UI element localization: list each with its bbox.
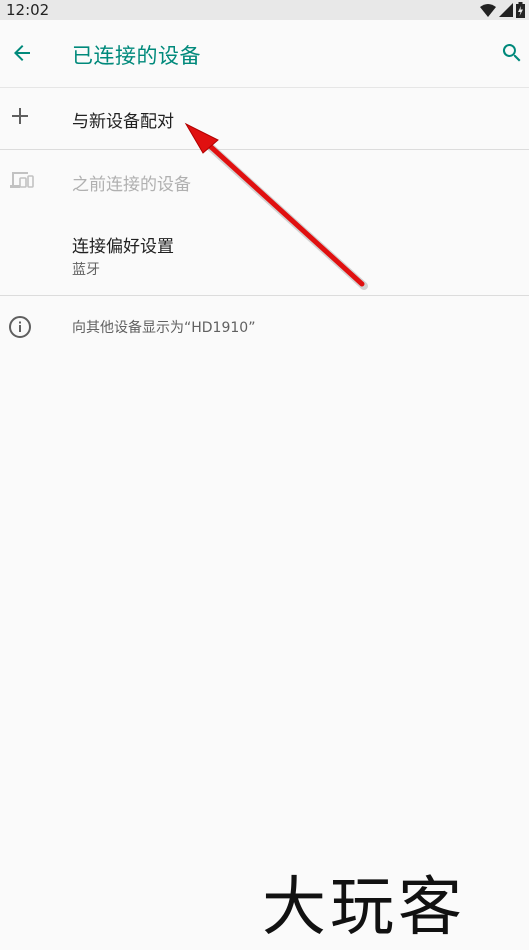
- search-icon: [502, 44, 521, 62]
- plus-icon: [8, 104, 32, 128]
- info-icon: [8, 315, 32, 339]
- back-button[interactable]: [8, 39, 36, 67]
- wifi-icon: [480, 3, 496, 17]
- cell-signal-icon: [499, 3, 513, 17]
- status-bar: 12:02: [0, 0, 529, 20]
- app-bar: 已连接的设备: [0, 20, 529, 88]
- connection-preferences-item[interactable]: 连接偏好设置 蓝牙: [0, 212, 529, 295]
- battery-charging-icon: [516, 2, 525, 18]
- watermark-text: 大玩客: [262, 871, 466, 945]
- device-visibility-label: 向其他设备显示为“HD1910”: [72, 320, 256, 336]
- arrow-left-icon: [14, 45, 30, 61]
- previous-devices-item[interactable]: 之前连接的设备: [0, 150, 529, 211]
- pair-new-device-label: 与新设备配对: [72, 112, 174, 132]
- pair-new-device-item[interactable]: 与新设备配对: [0, 88, 529, 149]
- device-visibility-info: 向其他设备显示为“HD1910”: [0, 296, 529, 356]
- previous-devices-label: 之前连接的设备: [72, 175, 191, 195]
- page-title: 已连接的设备: [72, 44, 201, 68]
- connection-preferences-summary: 蓝牙: [72, 262, 100, 278]
- status-icons: [480, 2, 525, 18]
- status-time: 12:02: [6, 1, 50, 19]
- devices-icon: [8, 168, 36, 192]
- connection-preferences-label: 连接偏好设置: [72, 237, 174, 257]
- search-button[interactable]: [498, 39, 526, 67]
